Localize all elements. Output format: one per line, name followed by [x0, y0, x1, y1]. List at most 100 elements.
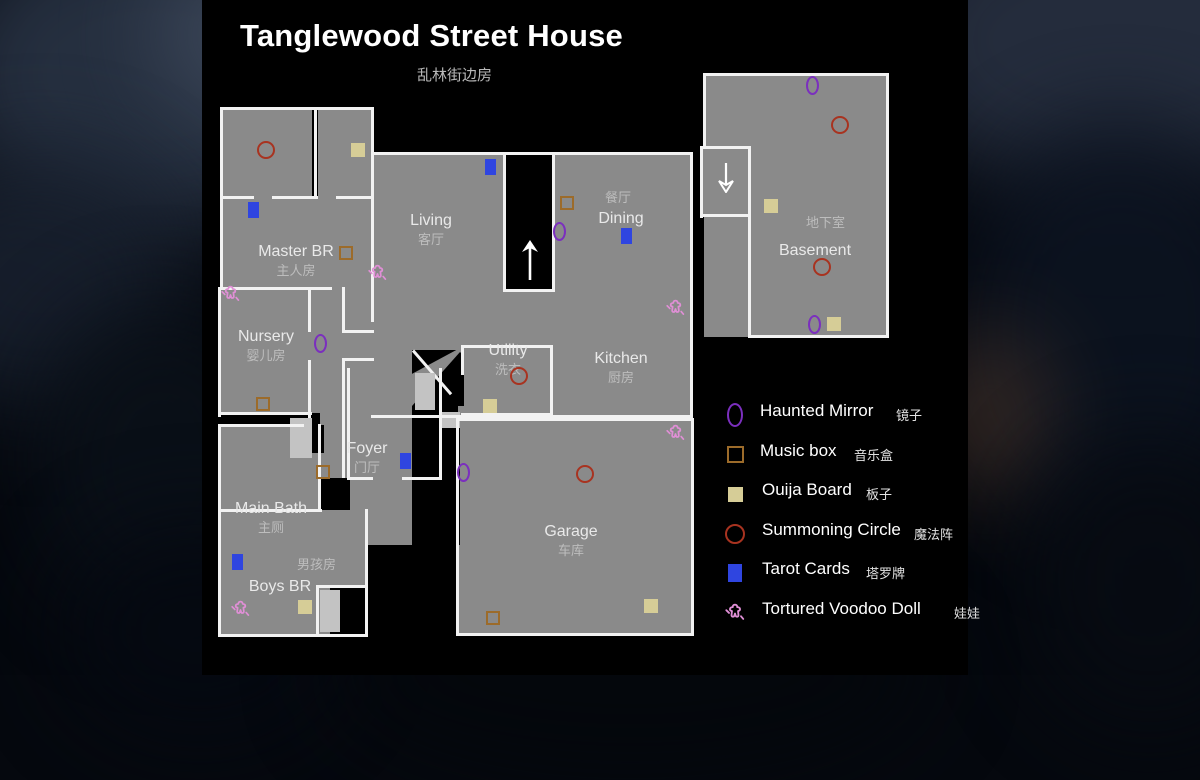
wall-boys-bottom	[218, 634, 368, 637]
marker-music-box[interactable]	[339, 246, 353, 260]
legend-label-en: Tortured Voodoo Doll	[762, 598, 921, 618]
wall-utility-bottom	[461, 413, 553, 416]
room-label-master-br: Master BR 主人房	[258, 243, 334, 278]
legend-label-en: Tarot Cards	[762, 559, 850, 578]
wall-nursery-right	[308, 287, 311, 332]
room-label-basement: Basement	[778, 242, 852, 259]
marker-voodoo-doll[interactable]	[665, 297, 686, 319]
room-label-basement-cn: 地下室	[806, 215, 846, 230]
wall-garage-left	[456, 418, 459, 636]
wall-utility-left	[461, 345, 464, 375]
marker-ouija-board[interactable]	[351, 143, 365, 157]
legend-item-summoning-circle[interactable]: Summoning Circle 魔法阵	[718, 519, 968, 559]
marker-tarot-cards[interactable]	[485, 159, 496, 175]
marker-voodoo-doll[interactable]	[665, 422, 686, 444]
wall-foyer-right	[439, 368, 442, 480]
wall-mainbath-top	[218, 424, 304, 427]
marker-tarot-cards[interactable]	[621, 228, 632, 244]
legend-label-cn: 板子	[866, 487, 893, 502]
marker-music-box[interactable]	[256, 397, 270, 411]
marker-haunted-mirror[interactable]	[806, 76, 819, 95]
wall-alcove-bottom	[700, 214, 750, 217]
wall-foyer-bottom-b	[402, 477, 442, 480]
wall-stair-right	[552, 153, 555, 292]
wall-garage-bottom	[456, 633, 694, 636]
wall-topleft-bottom-a	[220, 196, 254, 199]
wall-hall-stub	[342, 330, 374, 333]
wall-garage-top	[456, 418, 694, 421]
wall-living-right	[690, 152, 693, 418]
room-label-utility: Utility 洗衣	[488, 342, 528, 377]
wall-alcove-right	[748, 146, 751, 218]
legend-label-en: Ouija Board	[762, 480, 852, 499]
music-box-icon	[718, 440, 752, 470]
room-label-kitchen: Kitchen 厨房	[594, 350, 648, 385]
legend-item-tarot-cards[interactable]: Tarot Cards 塔罗牌	[718, 558, 968, 598]
room-label-garage: Garage 车库	[544, 523, 598, 558]
wall-boys-stair-top	[316, 585, 368, 588]
marker-haunted-mirror[interactable]	[553, 222, 566, 241]
wall-alcove-top	[700, 146, 750, 149]
wall-stair-left	[503, 153, 506, 292]
page-title: Tanglewood Street House	[240, 18, 623, 53]
wall-utility-right	[550, 345, 553, 418]
room-label-nursery: Nursery 婴儿房	[237, 328, 294, 363]
wall-mainbath-left	[218, 424, 221, 512]
marker-ouija-board[interactable]	[298, 600, 312, 614]
wall-hall-right	[342, 287, 345, 332]
marker-music-box[interactable]	[560, 196, 574, 210]
marker-ouija-board[interactable]	[644, 599, 658, 613]
marker-voodoo-doll[interactable]	[367, 262, 388, 284]
tarot-cards-icon	[718, 558, 752, 588]
wall-stair-bottom	[503, 289, 555, 292]
legend-item-ouija-board[interactable]: Ouija Board 板子	[718, 479, 968, 519]
marker-ouija-board[interactable]	[827, 317, 841, 331]
marker-music-box[interactable]	[486, 611, 500, 625]
wall-boys-left	[218, 509, 221, 637]
wall-hall-stub2	[342, 358, 374, 361]
wall-basement-left-lower	[748, 214, 751, 338]
marker-summoning-circle[interactable]	[576, 465, 594, 483]
haunted-mirror-icon	[718, 400, 752, 430]
marker-summoning-circle[interactable]	[510, 367, 528, 385]
wall-topleft-bottom-c	[336, 196, 374, 199]
wall-topleft-left	[220, 107, 223, 199]
marker-ouija-board[interactable]	[764, 199, 778, 213]
marker-voodoo-doll[interactable]	[220, 283, 241, 305]
legend-item-voodoo-doll[interactable]: Tortured Voodoo Doll 娃娃	[718, 598, 980, 638]
marker-voodoo-doll[interactable]	[230, 598, 251, 620]
marker-tarot-cards[interactable]	[248, 202, 259, 218]
stair-down-arrow-icon	[718, 163, 734, 193]
wall-garage-right	[691, 418, 694, 636]
marker-ouija-board[interactable]	[483, 399, 497, 413]
legend-label-cn: 魔法阵	[914, 526, 954, 542]
marker-haunted-mirror[interactable]	[808, 315, 821, 334]
marker-summoning-circle[interactable]	[257, 141, 275, 159]
wall-master-left	[220, 196, 223, 290]
marker-tarot-cards[interactable]	[400, 453, 411, 469]
legend-label-cn: 塔罗牌	[866, 566, 906, 581]
legend-item-haunted-mirror[interactable]: Haunted Mirror 镜子	[718, 400, 968, 440]
room-label-main-bath: Main Bath 主厕	[234, 500, 308, 535]
marker-tarot-cards[interactable]	[232, 554, 243, 570]
marker-summoning-circle[interactable]	[831, 116, 849, 134]
marker-music-box[interactable]	[316, 465, 330, 479]
voodoo-doll-icon	[718, 598, 752, 628]
wall-boys-right	[365, 509, 368, 637]
wall-foyer-bottom-a	[347, 477, 373, 480]
marker-haunted-mirror[interactable]	[314, 334, 327, 353]
wall-basement-right	[886, 73, 889, 338]
wall-living-left	[371, 152, 374, 232]
wall-basement-left-upper	[703, 73, 706, 148]
wall-alcove-left	[700, 146, 703, 218]
legend-item-music-box[interactable]: Music box 音乐盒	[718, 440, 968, 480]
marker-haunted-mirror[interactable]	[457, 463, 470, 482]
room-label-living: Living 客厅	[410, 212, 452, 247]
legend-label-en: Summoning Circle	[762, 519, 901, 539]
wall-nursery-left	[218, 287, 221, 417]
map-panel: Tanglewood Street House 乱林街边房 Master BR …	[202, 0, 980, 675]
marker-summoning-circle[interactable]	[813, 258, 831, 276]
room-label-dining: Dining	[598, 210, 644, 227]
door-utility-approach	[415, 373, 435, 410]
wall-topleft-top	[220, 107, 374, 110]
